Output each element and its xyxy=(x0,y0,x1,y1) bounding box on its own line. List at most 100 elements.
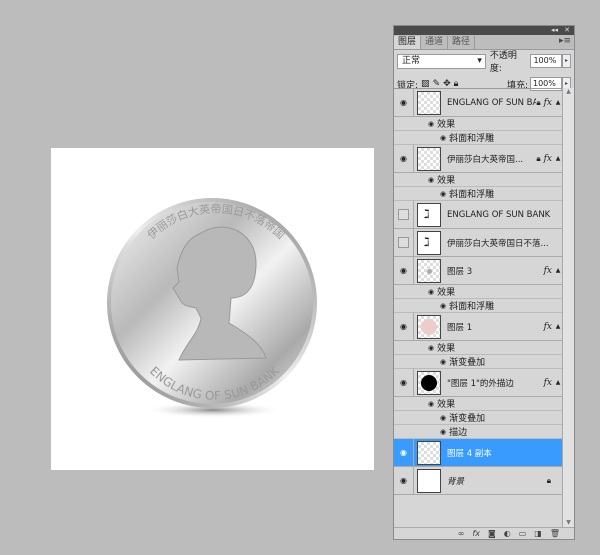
collapse-icon[interactable]: ◂◂ xyxy=(551,26,558,35)
layer-row[interactable]: ◉ 伊丽莎白大英帝国... 🔒︎ fx ▲ xyxy=(394,144,562,173)
layer-name: "图层 1"的外描边 xyxy=(447,378,514,389)
visibility-toggle[interactable]: ◉ xyxy=(394,368,414,397)
panel-bottom-toolbar: ∞ fx ◙ ◐ ▭ ◨ 🗑︎ xyxy=(394,527,574,539)
layer-thumbnail: ℷ xyxy=(417,230,441,255)
effects-label: 效果 xyxy=(437,344,456,354)
tab-layers[interactable]: 图层 xyxy=(394,36,422,49)
visibility-toggle[interactable]: ◉ xyxy=(394,466,414,495)
layer-name: 背景 xyxy=(447,476,465,487)
effect-item[interactable]: ◉ 渐变叠加 xyxy=(394,411,562,425)
layer-name: 图层 1 xyxy=(447,322,473,333)
blend-mode-select[interactable]: 正常 xyxy=(397,53,486,69)
visibility-toggle[interactable] xyxy=(394,228,414,257)
layer-row[interactable]: ◉ 图层 4 副本 xyxy=(394,438,562,467)
eye-icon[interactable]: ◉ xyxy=(440,134,446,142)
fx-icon[interactable]: fx xyxy=(544,266,552,276)
eye-icon[interactable]: ◉ xyxy=(428,400,434,408)
layer-thumbnail xyxy=(417,258,441,283)
tab-channels[interactable]: 通道 xyxy=(421,36,449,49)
lock-icon: 🔒︎ xyxy=(536,97,541,107)
expand-arrow-icon[interactable]: ▲ xyxy=(554,99,562,106)
new-layer-icon[interactable]: ◨ xyxy=(534,529,542,538)
effects-row[interactable]: ◉ 效果 xyxy=(394,285,562,299)
effect-item[interactable]: ◉ 斜面和浮雕 xyxy=(394,299,562,313)
effects-row[interactable]: ◉ 效果 xyxy=(394,397,562,411)
layer-thumbnail xyxy=(417,146,441,171)
close-icon[interactable]: ✕ xyxy=(564,26,570,35)
opacity-slider-button[interactable]: ▸ xyxy=(562,54,571,68)
expand-arrow-icon[interactable]: ▲ xyxy=(554,379,562,386)
effects-label: 效果 xyxy=(437,176,456,186)
add-style-icon[interactable]: fx xyxy=(472,529,480,538)
layer-name: 伊丽莎白大英帝国... xyxy=(447,154,524,165)
eye-icon[interactable]: ◉ xyxy=(428,120,434,128)
effect-name: 渐变叠加 xyxy=(449,414,486,424)
layer-row[interactable]: ◉ "图层 1"的外描边 fx ▲ xyxy=(394,368,562,397)
visibility-toggle[interactable]: ◉ xyxy=(394,438,414,467)
eye-icon[interactable]: ◉ xyxy=(440,190,446,198)
eye-icon[interactable]: ◉ xyxy=(440,302,446,310)
effect-item[interactable]: ◉ 斜面和浮雕 xyxy=(394,131,562,145)
layers-scrollbar[interactable]: ▲ ▼ xyxy=(562,88,574,528)
layers-panel: ◂◂ ✕ 图层 通道 路径 ▸≡ 正常 不透明度: 100% ▸ 锁定: ▨ ✎… xyxy=(393,25,575,540)
opacity-input[interactable]: 100% xyxy=(530,54,563,68)
delete-layer-icon[interactable]: 🗑︎ xyxy=(550,529,560,538)
layer-name: 伊丽莎白大英帝国日不落... xyxy=(447,238,549,249)
layers-list: ◉ ENGLANG OF SUN BA... 🔒︎ fx▲◉效果◉斜面和浮雕◉ … xyxy=(394,88,562,528)
effects-row[interactable]: ◉ 效果 xyxy=(394,173,562,187)
adjustment-layer-icon[interactable]: ◐ xyxy=(504,529,511,538)
layer-row[interactable]: ◉ 背景 🔒︎ xyxy=(394,466,562,495)
effect-item[interactable]: ◉ 斜面和浮雕 xyxy=(394,187,562,201)
effect-item[interactable]: ◉ 渐变叠加 xyxy=(394,355,562,369)
visibility-toggle[interactable]: ◉ xyxy=(394,144,414,173)
eye-icon[interactable]: ◉ xyxy=(428,288,434,296)
effects-row[interactable]: ◉ 效果 xyxy=(394,341,562,355)
hidden-box-icon xyxy=(398,209,409,220)
effects-label: 效果 xyxy=(437,288,456,298)
effect-item[interactable]: ◉ 描边 xyxy=(394,425,562,439)
link-layers-icon[interactable]: ∞ xyxy=(458,529,465,538)
layer-row[interactable]: ◉ ENGLANG OF SUN BA... 🔒︎ fx▲ xyxy=(394,89,562,117)
layer-row[interactable]: ◉ 图层 3 fx ▲ xyxy=(394,256,562,285)
visibility-toggle[interactable]: ◉ xyxy=(394,256,414,285)
add-mask-icon[interactable]: ◙ xyxy=(488,529,496,538)
visibility-toggle[interactable]: ◉ xyxy=(394,89,414,117)
effects-label: 效果 xyxy=(437,120,456,130)
eye-icon[interactable]: ◉ xyxy=(440,358,446,366)
effect-name: 斜面和浮雕 xyxy=(449,190,495,200)
layer-name: ENGLANG OF SUN BANK xyxy=(447,209,551,220)
eye-icon[interactable]: ◉ xyxy=(428,344,434,352)
eye-icon: ◉ xyxy=(400,98,407,107)
eye-icon: ◉ xyxy=(400,476,407,485)
visibility-toggle[interactable]: ◉ xyxy=(394,312,414,341)
eye-icon: ◉ xyxy=(400,448,407,457)
layer-thumbnail: ℷ xyxy=(417,202,441,227)
eye-icon[interactable]: ◉ xyxy=(440,414,446,422)
panel-tabs: 图层 通道 路径 ▸≡ xyxy=(394,35,574,50)
expand-arrow-icon[interactable]: ▲ xyxy=(554,267,562,274)
layer-row[interactable]: ◉ 图层 1 fx ▲ xyxy=(394,312,562,341)
effect-name: 渐变叠加 xyxy=(449,358,486,368)
visibility-toggle[interactable] xyxy=(394,200,414,229)
new-group-icon[interactable]: ▭ xyxy=(519,529,527,538)
layer-row[interactable]: ℷ ENGLANG OF SUN BANK xyxy=(394,200,562,229)
fx-icon[interactable]: fx xyxy=(544,98,552,108)
eye-icon[interactable]: ◉ xyxy=(440,428,446,436)
tab-paths[interactable]: 路径 xyxy=(448,36,476,49)
layer-name: 图层 3 xyxy=(447,266,473,277)
layer-name: ENGLANG OF SUN BA... xyxy=(447,97,536,108)
fx-icon[interactable]: fx xyxy=(544,322,552,332)
fx-icon[interactable]: fx xyxy=(544,154,552,164)
opacity-label: 不透明度: xyxy=(489,51,517,74)
fx-icon[interactable]: fx xyxy=(544,378,552,388)
effects-row[interactable]: ◉ 效果 xyxy=(394,117,562,131)
expand-arrow-icon[interactable]: ▲ xyxy=(554,155,562,162)
panel-titlebar: ◂◂ ✕ xyxy=(394,26,574,35)
hidden-box-icon xyxy=(398,237,409,248)
panel-menu-icon[interactable]: ▸≡ xyxy=(559,36,571,46)
expand-arrow-icon[interactable]: ▲ xyxy=(554,323,562,330)
layer-row[interactable]: ℷ 伊丽莎白大英帝国日不落... xyxy=(394,228,562,257)
layer-thumbnail xyxy=(417,468,441,493)
document-canvas[interactable]: 伊丽莎白大英帝国日不落帝国 ENGLANG OF SUN BANK xyxy=(51,148,374,470)
eye-icon[interactable]: ◉ xyxy=(428,176,434,184)
